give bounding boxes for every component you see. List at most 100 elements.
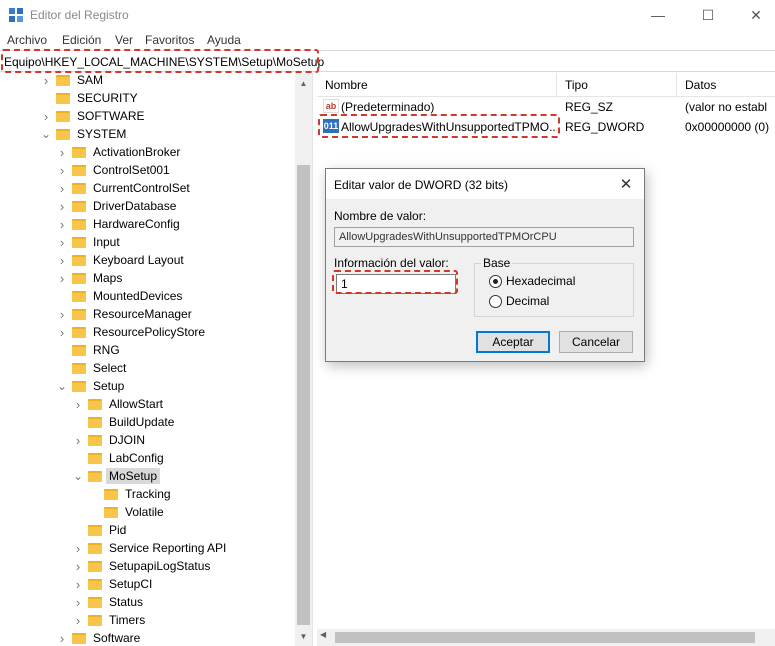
tree-item[interactable]: › SetupCI bbox=[72, 575, 155, 593]
chevron-right-icon[interactable]: › bbox=[56, 161, 68, 179]
chevron-right-icon[interactable]: › bbox=[56, 251, 68, 269]
tree-item[interactable]: ⌄ Setup bbox=[56, 377, 127, 395]
tree-item[interactable]: Tracking bbox=[88, 485, 174, 503]
tree-item[interactable]: Volatile bbox=[88, 503, 167, 521]
chevron-right-icon[interactable]: › bbox=[40, 73, 52, 89]
menu-archivo[interactable]: Archivo bbox=[7, 33, 47, 47]
tree-item[interactable]: › DriverDatabase bbox=[56, 197, 179, 215]
tree-item[interactable]: › Software bbox=[56, 629, 143, 646]
chevron-down-icon[interactable]: ⌄ bbox=[56, 377, 68, 395]
column-header-nombre[interactable]: Nombre bbox=[317, 73, 557, 97]
tree-item-label: SetupCI bbox=[109, 577, 153, 591]
folder-icon bbox=[88, 470, 102, 482]
tree-item[interactable]: Select bbox=[56, 359, 129, 377]
menu-ver[interactable]: Ver bbox=[115, 33, 133, 47]
list-item[interactable]: ab (Predeterminado) REG_SZ (valor no est… bbox=[317, 97, 775, 117]
menu-ayuda[interactable]: Ayuda bbox=[207, 33, 241, 47]
list-item[interactable]: 011 AllowUpgradesWithUnsupportedTPMO... … bbox=[317, 117, 775, 137]
chevron-right-icon[interactable]: › bbox=[56, 269, 68, 287]
tree-item[interactable]: › Service Reporting API bbox=[72, 539, 229, 557]
tree-item[interactable]: › ControlSet001 bbox=[56, 161, 173, 179]
tree-item[interactable]: › AllowStart bbox=[72, 395, 166, 413]
tree-item[interactable]: › CurrentControlSet bbox=[56, 179, 193, 197]
tree-item[interactable]: BuildUpdate bbox=[72, 413, 177, 431]
tree-item[interactable]: › Keyboard Layout bbox=[56, 251, 187, 269]
scroll-down-icon[interactable]: ▼ bbox=[295, 628, 312, 645]
tree-vertical-scrollbar[interactable]: ▲ ▼ bbox=[295, 73, 312, 646]
chevron-right-icon[interactable]: › bbox=[56, 197, 68, 215]
minimize-button[interactable]: — bbox=[635, 0, 681, 30]
chevron-right-icon[interactable]: › bbox=[56, 323, 68, 341]
window-title: Editor del Registro bbox=[30, 8, 129, 22]
tree-item[interactable]: SECURITY bbox=[40, 89, 141, 107]
tree-item[interactable]: › ResourceManager bbox=[56, 305, 195, 323]
dialog-close-icon[interactable]: ✕ bbox=[616, 174, 636, 194]
ok-button[interactable]: Aceptar bbox=[476, 331, 550, 353]
radio-hexadecimal[interactable]: Hexadecimal bbox=[489, 274, 575, 288]
tree-item[interactable]: › ResourcePolicyStore bbox=[56, 323, 208, 341]
list-horizontal-scrollbar[interactable]: ◀ bbox=[317, 629, 775, 646]
list-scroll-thumb[interactable] bbox=[335, 632, 755, 643]
chevron-right-icon[interactable]: › bbox=[72, 611, 84, 629]
value-data-input[interactable] bbox=[336, 274, 456, 294]
tree-item[interactable]: › Input bbox=[56, 233, 123, 251]
cancel-button[interactable]: Cancelar bbox=[559, 331, 633, 353]
folder-icon bbox=[72, 308, 86, 320]
scroll-left-icon[interactable]: ◀ bbox=[320, 630, 326, 639]
tree-item[interactable]: MountedDevices bbox=[56, 287, 185, 305]
tree-item[interactable]: ⌄ MoSetup bbox=[72, 467, 161, 485]
tree-item[interactable]: RNG bbox=[56, 341, 123, 359]
chevron-right-icon[interactable]: › bbox=[72, 593, 84, 611]
chevron-right-icon[interactable]: › bbox=[72, 395, 84, 413]
chevron-right-icon[interactable]: › bbox=[72, 431, 84, 449]
chevron-right-icon[interactable]: › bbox=[72, 539, 84, 557]
chevron-right-icon[interactable]: › bbox=[40, 107, 52, 125]
radio-checked-icon[interactable] bbox=[489, 274, 502, 288]
folder-icon bbox=[72, 326, 86, 338]
menu-favoritos[interactable]: Favoritos bbox=[145, 33, 194, 47]
scroll-up-icon[interactable]: ▲ bbox=[295, 75, 312, 92]
maximize-button[interactable]: ☐ bbox=[685, 0, 731, 30]
chevron-right-icon[interactable]: › bbox=[56, 305, 68, 323]
chevron-right-icon[interactable]: › bbox=[56, 629, 68, 646]
tree-item[interactable]: › HardwareConfig bbox=[56, 215, 183, 233]
tree-item[interactable]: › Maps bbox=[56, 269, 125, 287]
tree-scroll-thumb[interactable] bbox=[297, 165, 310, 625]
column-header-datos[interactable]: Datos bbox=[677, 73, 775, 97]
tree-item[interactable]: › Status bbox=[72, 593, 146, 611]
folder-icon bbox=[88, 596, 102, 608]
tree-item[interactable]: › Timers bbox=[72, 611, 148, 629]
chevron-right-icon[interactable]: › bbox=[56, 143, 68, 161]
radio-unchecked-icon[interactable] bbox=[489, 294, 502, 308]
value-name-label: Nombre de valor: bbox=[334, 209, 427, 223]
tree-item[interactable]: › SAM bbox=[40, 73, 106, 89]
tree-item-label: ActivationBroker bbox=[93, 145, 181, 159]
chevron-right-icon[interactable]: › bbox=[56, 215, 68, 233]
folder-icon bbox=[56, 128, 70, 140]
key-tree[interactable]: › SAM SECURITY › SOFTWARE ⌄ SYSTEM › ActivationB… bbox=[0, 73, 312, 646]
address-path[interactable]: Equipo\HKEY_LOCAL_MACHINE\SYSTEM\Setup\M… bbox=[4, 55, 324, 69]
chevron-down-icon[interactable]: ⌄ bbox=[40, 125, 52, 143]
tree-item[interactable]: › DJOIN bbox=[72, 431, 148, 449]
menu-edicion[interactable]: Edición bbox=[62, 33, 101, 47]
address-bar[interactable]: Equipo\HKEY_LOCAL_MACHINE\SYSTEM\Setup\M… bbox=[0, 50, 775, 72]
chevron-down-icon[interactable]: ⌄ bbox=[72, 467, 84, 485]
tree-item[interactable]: › SetupapiLogStatus bbox=[72, 557, 213, 575]
chevron-right-icon[interactable]: › bbox=[72, 557, 84, 575]
tree-item[interactable]: Pid bbox=[72, 521, 129, 539]
tree-item-label: AllowStart bbox=[109, 397, 164, 411]
column-header-tipo[interactable]: Tipo bbox=[557, 73, 677, 97]
close-button[interactable]: ✕ bbox=[733, 0, 775, 30]
tree-item-label: Software bbox=[93, 631, 141, 645]
folder-icon bbox=[72, 200, 86, 212]
radio-decimal[interactable]: Decimal bbox=[489, 294, 549, 308]
chevron-right-icon[interactable]: › bbox=[56, 233, 68, 251]
tree-item[interactable]: › SOFTWARE bbox=[40, 107, 148, 125]
tree-item[interactable]: LabConfig bbox=[72, 449, 167, 467]
tree-item[interactable]: ⌄ SYSTEM bbox=[40, 125, 129, 143]
tree-item[interactable]: › ActivationBroker bbox=[56, 143, 183, 161]
chevron-right-icon[interactable]: › bbox=[56, 179, 68, 197]
chevron-right-icon[interactable]: › bbox=[72, 575, 84, 593]
